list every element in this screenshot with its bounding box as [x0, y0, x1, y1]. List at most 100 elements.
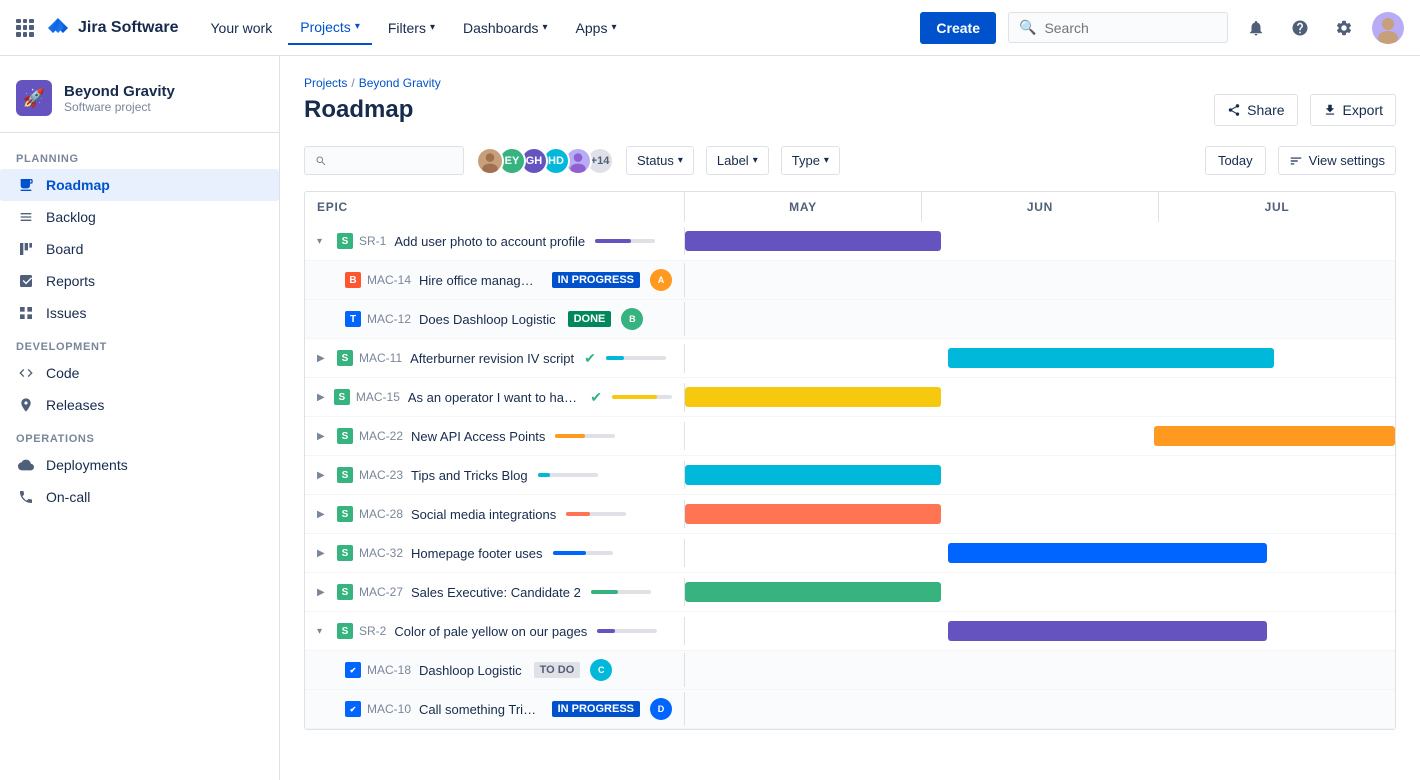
label-chevron-icon: ▾: [753, 155, 758, 166]
expand-icon[interactable]: ▶: [317, 353, 331, 364]
expand-icon[interactable]: ▶: [317, 587, 331, 598]
sidebar-item-roadmap[interactable]: Roadmap: [0, 169, 279, 201]
nav-projects[interactable]: Projects ▾: [288, 11, 372, 45]
sidebar-item-oncall[interactable]: On-call: [0, 481, 279, 513]
row-avatar: D: [650, 698, 672, 720]
user-avatar[interactable]: [1372, 12, 1404, 44]
filter-search-input[interactable]: [333, 153, 453, 168]
avatar-group: EY GH HD +14: [476, 147, 614, 175]
project-name: Beyond Gravity: [64, 83, 175, 100]
sidebar-item-reports[interactable]: Reports: [0, 265, 279, 297]
expand-icon[interactable]: ▾: [317, 236, 331, 247]
expand-icon[interactable]: ▾: [317, 626, 331, 637]
table-row: ▶ S MAC-32 Homepage footer uses: [305, 534, 1395, 573]
epic-key: MAC-10: [367, 702, 411, 716]
epic-name: Social media integrations: [411, 507, 556, 522]
dashboards-chevron-icon: ▾: [543, 22, 548, 33]
done-check-icon: ✔: [590, 389, 602, 406]
table-row: ▶ S MAC-28 Social media integrations: [305, 495, 1395, 534]
filter-search-box: [304, 146, 464, 175]
timeline-bar[interactable]: [685, 465, 941, 485]
planning-section-label: PLANNING: [0, 141, 279, 169]
epic-key: SR-2: [359, 624, 386, 638]
share-button[interactable]: Share: [1214, 94, 1297, 126]
timeline-bar[interactable]: [685, 504, 941, 524]
expand-icon[interactable]: ▶: [317, 470, 331, 481]
progress-fill: [538, 473, 550, 477]
breadcrumb-project-link[interactable]: Beyond Gravity: [359, 76, 441, 90]
status-filter-button[interactable]: Status ▾: [626, 146, 694, 175]
timeline-bar[interactable]: [948, 348, 1275, 368]
timeline-bar[interactable]: [685, 387, 941, 407]
status-badge: TO DO: [534, 662, 581, 678]
app-switcher-button[interactable]: [16, 19, 34, 37]
nav-filters[interactable]: Filters ▾: [376, 12, 447, 44]
sidebar-item-board[interactable]: Board: [0, 233, 279, 265]
logo[interactable]: Jira Software: [46, 16, 178, 40]
apps-chevron-icon: ▾: [611, 22, 616, 33]
type-filter-button[interactable]: Type ▾: [781, 146, 840, 175]
page-title: Roadmap: [304, 96, 413, 124]
progress-fill: [606, 356, 624, 360]
timeline-bar[interactable]: [1154, 426, 1395, 446]
story-icon: S: [334, 389, 350, 405]
roadmap-icon: [16, 177, 36, 193]
epic-cell: ▶ S MAC-11 Afterburner revision IV scrip…: [305, 344, 685, 373]
timeline-bar[interactable]: [685, 231, 941, 251]
search-icon: 🔍: [1019, 19, 1036, 36]
nav-your-work[interactable]: Your work: [198, 12, 284, 44]
breadcrumb-projects-link[interactable]: Projects: [304, 76, 347, 90]
epic-key: MAC-14: [367, 273, 411, 287]
topnav: Jira Software Your work Projects ▾ Filte…: [0, 0, 1420, 56]
story-icon: S: [337, 623, 353, 639]
sidebar-item-backlog[interactable]: Backlog: [0, 201, 279, 233]
timeline-cell: [685, 456, 1395, 494]
breadcrumb: Projects / Beyond Gravity: [304, 76, 1396, 90]
view-settings-icon: [1289, 154, 1303, 168]
nav-icons: [1240, 12, 1404, 44]
timeline-bar[interactable]: [948, 543, 1268, 563]
sidebar-item-releases[interactable]: Releases: [0, 389, 279, 421]
months-header: MAY JUN JUL: [685, 192, 1395, 222]
create-button[interactable]: Create: [920, 12, 996, 44]
nav-dashboards[interactable]: Dashboards ▾: [451, 12, 560, 44]
nav-apps[interactable]: Apps ▾: [564, 12, 629, 44]
epic-name: Sales Executive: Candidate 2: [411, 585, 581, 600]
epic-cell: ▾ S SR-1 Add user photo to account profi…: [305, 227, 685, 255]
oncall-label: On-call: [46, 489, 90, 505]
timeline-cell: [685, 378, 1395, 416]
status-badge: IN PROGRESS: [552, 701, 640, 717]
main-content: Projects / Beyond Gravity Roadmap Share …: [280, 56, 1420, 780]
epic-key: MAC-18: [367, 663, 411, 677]
expand-icon[interactable]: ▶: [317, 431, 331, 442]
today-button[interactable]: Today: [1205, 146, 1266, 175]
search-input[interactable]: [1044, 20, 1217, 36]
sidebar-item-code[interactable]: Code: [0, 357, 279, 389]
view-settings-button[interactable]: View settings: [1278, 146, 1396, 175]
export-button[interactable]: Export: [1310, 94, 1396, 126]
notifications-button[interactable]: [1240, 12, 1272, 44]
sidebar-item-issues[interactable]: Issues: [0, 297, 279, 329]
epic-key: MAC-28: [359, 507, 403, 521]
expand-icon[interactable]: ▶: [317, 548, 331, 559]
epic-name: Color of pale yellow on our pages: [394, 624, 587, 639]
epic-cell: ▶ S MAC-32 Homepage footer uses: [305, 539, 685, 567]
projects-chevron-icon: ▾: [355, 21, 360, 32]
timeline-bar[interactable]: [685, 582, 941, 602]
help-icon: [1291, 19, 1309, 37]
roadmap-rows: ▾ S SR-1 Add user photo to account profi…: [305, 222, 1395, 729]
progress-bar: [612, 395, 672, 399]
sidebar-item-deployments[interactable]: Deployments: [0, 449, 279, 481]
help-button[interactable]: [1284, 12, 1316, 44]
settings-button[interactable]: [1328, 12, 1360, 44]
epic-name: New API Access Points: [411, 429, 545, 444]
label-filter-button[interactable]: Label ▾: [706, 146, 769, 175]
progress-fill: [612, 395, 657, 399]
row-avatar: B: [621, 308, 643, 330]
table-row: ▶ S MAC-27 Sales Executive: Candidate 2: [305, 573, 1395, 612]
avatar-1[interactable]: [476, 147, 504, 175]
expand-icon[interactable]: ▶: [317, 509, 331, 520]
timeline-bar[interactable]: [948, 621, 1268, 641]
expand-icon[interactable]: ▶: [317, 392, 328, 403]
progress-bar: [595, 239, 655, 243]
